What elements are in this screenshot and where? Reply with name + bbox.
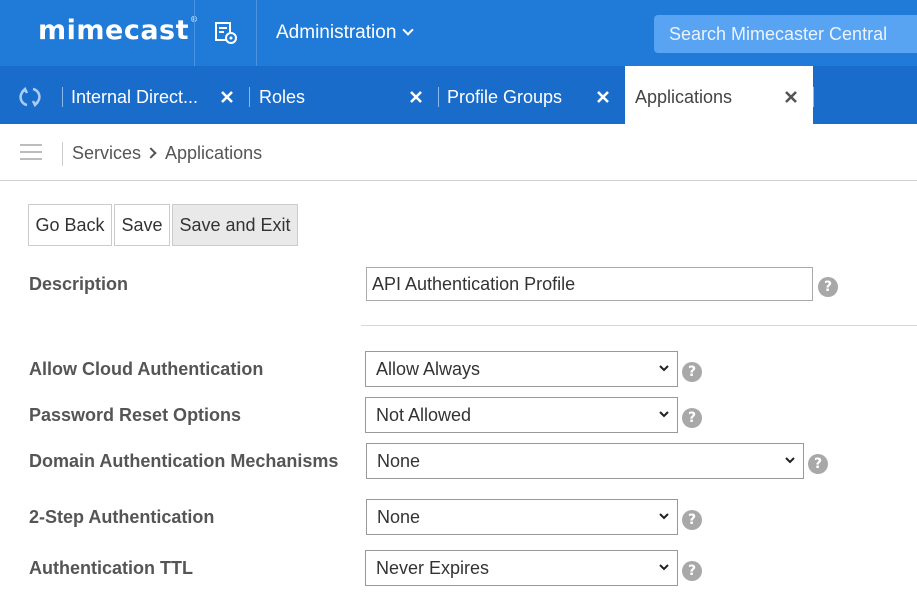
header-divider bbox=[256, 0, 257, 66]
password-reset-select[interactable]: Not Allowed bbox=[365, 397, 678, 433]
tab-divider bbox=[813, 87, 814, 107]
administration-menu[interactable]: Administration bbox=[276, 22, 415, 44]
help-icon[interactable]: ? bbox=[682, 408, 702, 428]
cloud-auth-value: Allow Always bbox=[376, 359, 481, 379]
password-reset-label: Password Reset Options bbox=[29, 405, 242, 425]
tab-profile-groups[interactable]: Profile Groups bbox=[447, 87, 562, 108]
tab-applications[interactable]: Applications bbox=[625, 66, 813, 124]
tab-divider bbox=[62, 87, 63, 107]
cloud-auth-select[interactable]: Allow Always bbox=[365, 351, 678, 387]
save-and-exit-button[interactable]: Save and Exit bbox=[172, 204, 298, 246]
refresh-icon[interactable] bbox=[19, 86, 41, 108]
go-back-button[interactable]: Go Back bbox=[28, 204, 112, 246]
header-divider bbox=[194, 0, 195, 66]
tab-internal-directories[interactable]: Internal Direct... bbox=[71, 87, 198, 108]
chevron-down-icon bbox=[402, 24, 415, 36]
chevron-down-icon bbox=[659, 365, 669, 372]
close-icon[interactable] bbox=[596, 90, 610, 104]
divider bbox=[0, 180, 917, 181]
hamburger-icon[interactable] bbox=[20, 144, 42, 160]
domain-auth-select[interactable]: None bbox=[366, 443, 804, 479]
help-icon[interactable]: ? bbox=[682, 510, 702, 530]
tab-roles[interactable]: Roles bbox=[259, 87, 305, 108]
help-icon[interactable]: ? bbox=[808, 454, 828, 474]
help-icon[interactable]: ? bbox=[682, 561, 702, 581]
ttl-label: Authentication TTL bbox=[29, 558, 193, 578]
close-icon[interactable] bbox=[784, 90, 798, 104]
close-icon[interactable] bbox=[409, 90, 423, 104]
breadcrumb-services[interactable]: Services bbox=[72, 143, 141, 163]
cloud-auth-label: Allow Cloud Authentication bbox=[29, 359, 264, 379]
ttl-value: Never Expires bbox=[376, 558, 490, 578]
tab-divider bbox=[249, 87, 250, 107]
help-icon[interactable]: ? bbox=[818, 277, 838, 297]
domain-auth-label: Domain Authentication Mechanisms bbox=[29, 451, 339, 471]
section-divider bbox=[361, 325, 917, 326]
chevron-down-icon bbox=[659, 411, 669, 418]
ttl-select[interactable]: Never Expires bbox=[365, 550, 678, 586]
breadcrumb-divider bbox=[62, 142, 63, 166]
chevron-right-icon bbox=[145, 147, 157, 159]
help-icon[interactable]: ? bbox=[682, 362, 702, 382]
tab-divider bbox=[438, 87, 439, 107]
chevron-down-icon bbox=[659, 513, 669, 520]
save-button[interactable]: Save bbox=[114, 204, 170, 246]
chevron-down-icon bbox=[659, 564, 669, 571]
description-label: Description bbox=[29, 274, 129, 294]
description-field[interactable] bbox=[366, 267, 813, 301]
logo-text: mimecast bbox=[38, 15, 190, 46]
domain-auth-value: None bbox=[377, 451, 421, 471]
two-step-label: 2-Step Authentication bbox=[29, 507, 215, 527]
two-step-select[interactable]: None bbox=[366, 499, 678, 535]
two-step-value: None bbox=[377, 507, 421, 527]
breadcrumb-applications: Applications bbox=[165, 143, 263, 163]
tab-applications-label: Applications bbox=[635, 87, 733, 107]
chevron-down-icon bbox=[785, 457, 795, 464]
mimecast-logo[interactable]: mimecast® bbox=[38, 15, 199, 46]
password-reset-value: Not Allowed bbox=[376, 405, 472, 425]
close-icon[interactable] bbox=[220, 90, 234, 104]
breadcrumb: Services Applications bbox=[72, 143, 262, 164]
administration-label: Administration bbox=[276, 22, 397, 43]
app-settings-icon[interactable] bbox=[214, 21, 238, 45]
search-input[interactable] bbox=[654, 15, 917, 53]
